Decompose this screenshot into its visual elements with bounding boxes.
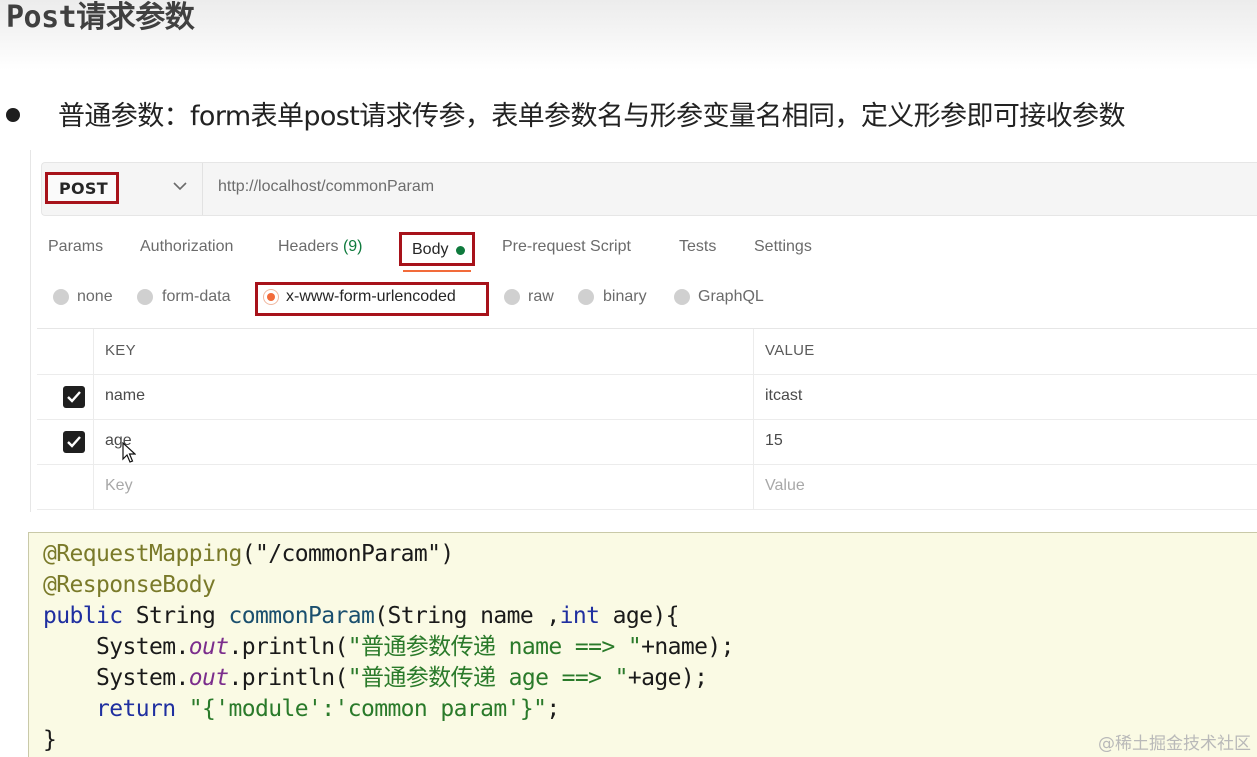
table-row: age 15 (37, 419, 1257, 465)
field-out: out (188, 634, 229, 660)
check-column (37, 374, 94, 419)
value-placeholder[interactable]: Value (765, 477, 805, 495)
radio-raw[interactable] (504, 289, 520, 305)
request-url-bar: POST http://localhost/commonParam (41, 162, 1257, 216)
check-column (37, 419, 94, 464)
row-checkbox[interactable] (63, 386, 85, 408)
keyword: return (43, 696, 176, 722)
value-cell[interactable]: itcast (765, 387, 802, 405)
code-text: ("/commonParam") (241, 541, 455, 567)
code-text: age){ (599, 603, 680, 629)
body-modified-dot (456, 246, 465, 255)
method-label: POST (59, 179, 108, 198)
method-select[interactable]: POST (45, 172, 119, 204)
key-cell[interactable]: name (105, 387, 145, 405)
tab-body[interactable]: Body (399, 232, 475, 266)
keyword: int (559, 603, 600, 629)
code-text: (String name , (374, 603, 560, 629)
radio-binary-label[interactable]: binary (603, 288, 647, 306)
code-block: @RequestMapping("/commonParam") @Respons… (28, 532, 1257, 757)
annotation-request-mapping: @RequestMapping (43, 541, 242, 567)
code-line-5: System.out.println("普通参数传递 age ==> "+age… (43, 663, 708, 694)
code-text: +name); (641, 634, 734, 660)
body-type-radios: none form-data x-www-form-urlencoded raw… (31, 282, 1257, 316)
request-tabs: Params Authorization Headers (9) Body Pr… (31, 232, 1257, 272)
code-text: .println( (228, 665, 348, 691)
annotation-response-body: @ResponseBody (43, 572, 216, 598)
radio-binary[interactable] (578, 289, 594, 305)
string-literal: "普通参数传递 name ==> " (347, 634, 642, 660)
method-name: commonParam (228, 603, 375, 629)
code-line-4: System.out.println("普通参数传递 name ==> "+na… (43, 632, 734, 663)
code-text: String (122, 603, 229, 629)
radio-none-label[interactable]: none (77, 288, 113, 306)
bullet-text: 普通参数：form表单post请求传参，表单参数名与形参变量名相同，定义形参即可… (58, 101, 1125, 132)
tab-authorization[interactable]: Authorization (140, 238, 233, 256)
code-text: System. (43, 665, 189, 691)
string-literal: "{'module':'common param'}" (175, 696, 547, 722)
radio-form-data-label[interactable]: form-data (162, 288, 230, 306)
string-literal: "普通参数传递 age ==> " (347, 665, 629, 691)
check-column (37, 464, 94, 509)
value-cell[interactable]: 15 (765, 432, 783, 450)
radio-urlencoded-label[interactable]: x-www-form-urlencoded (286, 288, 456, 306)
tab-headers-label: Headers (278, 238, 339, 255)
radio-graphql-label[interactable]: GraphQL (698, 288, 764, 306)
field-out: out (188, 665, 229, 691)
tab-headers-count: (9) (342, 238, 363, 255)
table-row: name itcast (37, 374, 1257, 420)
code-line-2: @ResponseBody (43, 570, 216, 601)
tab-headers[interactable]: Headers (9) (278, 238, 363, 256)
key-placeholder[interactable]: Key (105, 477, 133, 495)
row-checkbox[interactable] (63, 431, 85, 453)
radio-form-data[interactable] (137, 289, 153, 305)
radio-raw-label[interactable]: raw (528, 288, 554, 306)
tab-params[interactable]: Params (48, 238, 103, 256)
table-row-new: Key Value (37, 464, 1257, 510)
mouse-pointer-icon (122, 442, 136, 463)
code-line-7: } (43, 725, 57, 756)
code-line-1: @RequestMapping("/commonParam") (43, 539, 454, 570)
tab-tests[interactable]: Tests (679, 238, 716, 256)
value-header: VALUE (765, 342, 815, 359)
radio-none[interactable] (53, 289, 69, 305)
slide-title: Post请求参数 (6, 0, 195, 35)
keyword: public (43, 603, 123, 629)
column-divider (753, 464, 754, 509)
column-divider (753, 329, 754, 374)
check-column (37, 329, 94, 374)
column-divider (753, 419, 754, 464)
tab-settings[interactable]: Settings (754, 238, 812, 256)
radio-graphql[interactable] (674, 289, 690, 305)
tab-pre-request-script[interactable]: Pre-request Script (502, 238, 631, 256)
code-line-6: return "{'module':'common param'}"; (43, 694, 560, 725)
table-header-row: KEY VALUE (37, 329, 1257, 375)
radio-urlencoded[interactable] (263, 289, 279, 305)
bullet-dot (6, 108, 20, 122)
key-header: KEY (105, 342, 136, 359)
code-text: ; (546, 696, 560, 722)
url-input[interactable]: http://localhost/commonParam (218, 178, 434, 196)
code-text: System. (43, 634, 189, 660)
key-value-table: KEY VALUE name itcast age 15 Key Value (37, 328, 1257, 511)
code-text: .println( (228, 634, 348, 660)
column-divider (753, 374, 754, 419)
code-text: +age); (627, 665, 708, 691)
chevron-down-icon[interactable] (170, 177, 190, 197)
active-tab-underline (403, 270, 471, 272)
postman-panel: POST http://localhost/commonParam Params… (30, 150, 1257, 512)
watermark: @稀土掘金技术社区 (1098, 734, 1251, 754)
code-line-3: public String commonParam(String name ,i… (43, 601, 680, 632)
code-text: } (43, 727, 57, 753)
tab-body-label: Body (412, 241, 449, 258)
url-divider (202, 163, 203, 215)
